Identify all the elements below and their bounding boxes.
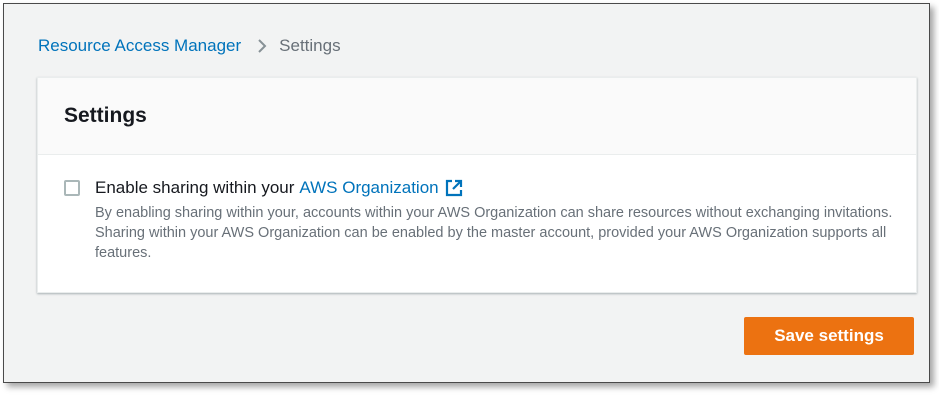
enable-sharing-label[interactable]: Enable sharing within your AWS Organizat… [95, 177, 896, 199]
settings-panel: Settings Enable sharing within your AWS … [37, 77, 917, 293]
settings-panel-header: Settings [38, 78, 916, 155]
save-settings-button[interactable]: Save settings [744, 317, 914, 355]
breadcrumb: Resource Access Manager Settings [38, 36, 341, 56]
enable-sharing-option: Enable sharing within your AWS Organizat… [95, 177, 896, 263]
app-window: Resource Access Manager Settings Setting… [3, 3, 930, 383]
breadcrumb-current-page: Settings [279, 36, 341, 55]
settings-panel-body: Enable sharing within your AWS Organizat… [38, 155, 916, 263]
breadcrumb-resource-access-manager-link[interactable]: Resource Access Manager [38, 36, 241, 56]
settings-panel-title: Settings [64, 104, 147, 127]
enable-sharing-checkbox[interactable] [64, 180, 80, 196]
aws-organization-link[interactable]: AWS Organization [299, 177, 438, 199]
external-link-icon[interactable] [445, 179, 463, 197]
enable-sharing-label-text: Enable sharing within your [95, 178, 295, 197]
enable-sharing-description: By enabling sharing within your, account… [95, 205, 893, 261]
chevron-right-icon [257, 38, 267, 54]
